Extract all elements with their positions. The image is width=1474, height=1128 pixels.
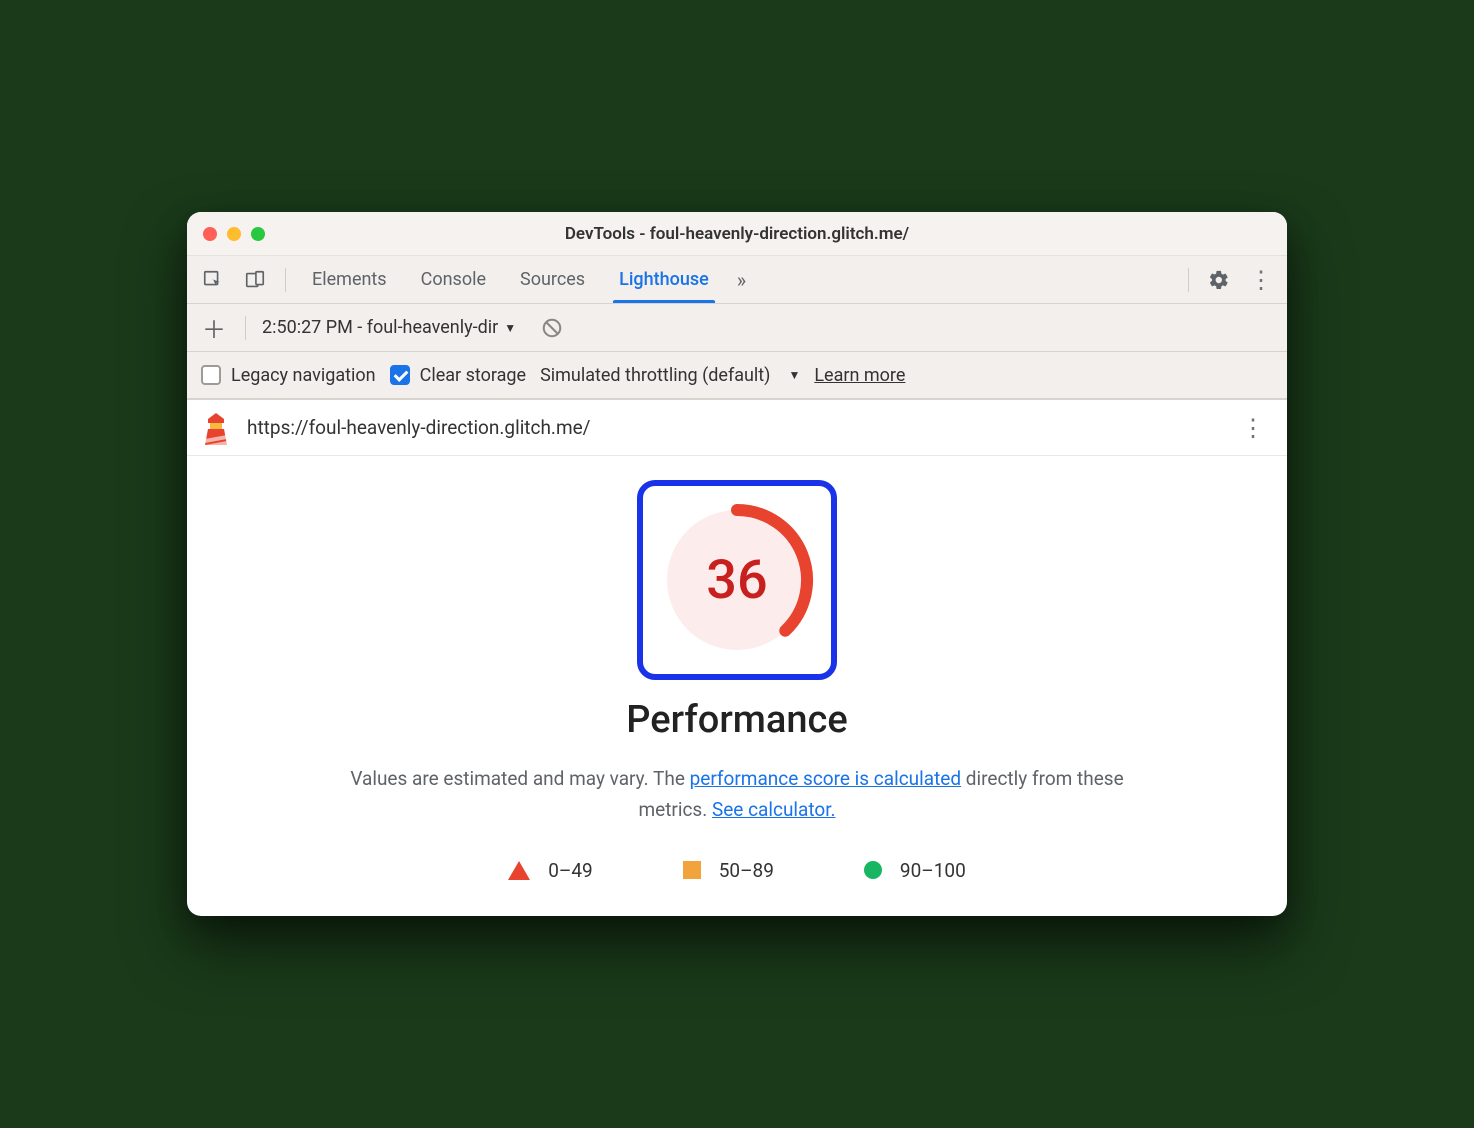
minimize-window-button[interactable] (227, 227, 241, 241)
report-url: https://foul-heavenly-direction.glitch.m… (247, 416, 1217, 439)
devtools-window: DevTools - foul-heavenly-direction.glitc… (187, 212, 1287, 916)
clear-storage-label: Clear storage (420, 365, 526, 386)
score-legend: 0–49 50–89 90–100 (227, 859, 1247, 882)
desc-text-pre: Values are estimated and may vary. The (350, 767, 689, 790)
chevron-down-icon: ▼ (504, 321, 516, 335)
legacy-navigation-label: Legacy navigation (231, 365, 376, 386)
divider (285, 268, 286, 292)
tabs-overflow-button[interactable]: » (729, 268, 754, 292)
divider (245, 316, 246, 340)
legend-fail: 0–49 (508, 859, 593, 882)
report-content: 36 Performance Values are estimated and … (187, 456, 1287, 916)
device-toolbar-icon[interactable] (237, 262, 273, 298)
see-calculator-link[interactable]: See calculator. (712, 798, 836, 821)
triangle-red-icon (508, 861, 530, 880)
checkbox-icon (201, 365, 221, 385)
close-window-button[interactable] (203, 227, 217, 241)
window-title: DevTools - foul-heavenly-direction.glitc… (565, 224, 909, 244)
lighthouse-options-bar: Legacy navigation Clear storage Simulate… (187, 352, 1287, 400)
maximize-window-button[interactable] (251, 227, 265, 241)
circle-green-icon (864, 861, 882, 879)
tab-console[interactable]: Console (407, 256, 500, 303)
legend-average-label: 50–89 (719, 859, 774, 882)
devtools-tabstrip: Elements Console Sources Lighthouse » ⋮ (187, 256, 1287, 304)
tab-sources[interactable]: Sources (506, 256, 599, 303)
throttling-select[interactable]: Simulated throttling (default) ▼ (540, 365, 800, 386)
tab-elements[interactable]: Elements (298, 256, 401, 303)
new-report-button[interactable]: ＋ (199, 310, 229, 345)
more-options-icon[interactable]: ⋮ (1243, 262, 1279, 298)
performance-title: Performance (227, 698, 1247, 742)
report-menu-icon[interactable]: ⋮ (1233, 414, 1273, 442)
performance-score: 36 (706, 549, 767, 612)
score-calc-link[interactable]: performance score is calculated (690, 767, 961, 790)
divider (1188, 268, 1189, 292)
report-selector[interactable]: 2:50:27 PM - foul-heavenly-dir ▼ (262, 317, 516, 338)
legend-fail-label: 0–49 (548, 859, 593, 882)
report-selector-label: 2:50:27 PM - foul-heavenly-dir (262, 317, 498, 338)
clear-report-icon[interactable] (534, 310, 570, 346)
performance-gauge-highlight: 36 (637, 480, 837, 680)
learn-more-link[interactable]: Learn more (814, 365, 905, 386)
legend-pass: 90–100 (864, 859, 966, 882)
titlebar: DevTools - foul-heavenly-direction.glitc… (187, 212, 1287, 256)
lighthouse-toolbar: ＋ 2:50:27 PM - foul-heavenly-dir ▼ (187, 304, 1287, 352)
square-orange-icon (683, 861, 701, 879)
tab-lighthouse[interactable]: Lighthouse (605, 256, 723, 303)
lighthouse-icon (201, 411, 231, 445)
checkbox-checked-icon (390, 365, 410, 385)
gear-icon[interactable] (1201, 262, 1237, 298)
report-url-row: https://foul-heavenly-direction.glitch.m… (187, 400, 1287, 456)
throttling-label: Simulated throttling (default) (540, 365, 770, 386)
chevron-down-icon: ▼ (788, 368, 800, 382)
traffic-lights (203, 227, 265, 241)
clear-storage-checkbox[interactable]: Clear storage (390, 365, 526, 386)
inspect-element-icon[interactable] (195, 262, 231, 298)
legend-pass-label: 90–100 (900, 859, 966, 882)
legacy-navigation-checkbox[interactable]: Legacy navigation (201, 365, 376, 386)
performance-description: Values are estimated and may vary. The p… (327, 764, 1147, 825)
legend-average: 50–89 (683, 859, 774, 882)
